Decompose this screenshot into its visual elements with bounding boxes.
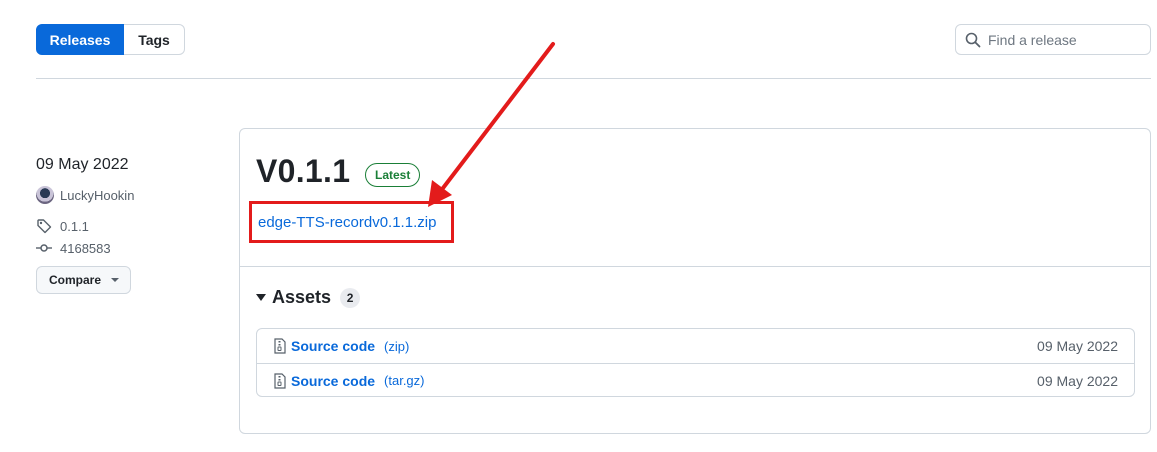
assets-toggle[interactable]: Assets 2 <box>256 287 361 308</box>
asset-row: Source code (tar.gz) 09 May 2022 <box>257 363 1134 397</box>
chevron-down-icon <box>111 278 120 282</box>
assets-heading: Assets <box>272 287 332 307</box>
release-date: 09 May 2022 <box>36 156 129 173</box>
asset-ext[interactable]: (zip) <box>384 339 409 354</box>
release-tabs: Releases Tags <box>36 24 185 55</box>
avatar <box>36 186 54 204</box>
tab-tags[interactable]: Tags <box>124 24 185 55</box>
commit-hash[interactable]: 4168583 <box>60 241 111 256</box>
assets-list: Source code (zip) 09 May 2022 Source cod… <box>256 328 1135 397</box>
asset-name[interactable]: Source code <box>291 338 375 354</box>
commit-row[interactable]: 4168583 <box>36 240 111 256</box>
file-zip-icon <box>274 338 286 354</box>
tag-icon <box>36 218 52 234</box>
tag-row[interactable]: 0.1.1 <box>36 218 89 234</box>
file-zip-icon <box>274 372 286 389</box>
compare-button[interactable]: Compare <box>36 266 131 294</box>
author-row[interactable]: LuckyHookin <box>36 186 134 204</box>
asset-row: Source code (zip) 09 May 2022 <box>257 329 1134 363</box>
tag-label[interactable]: 0.1.1 <box>60 219 89 234</box>
assets-count-badge: 2 <box>340 287 361 308</box>
asset-date: 09 May 2022 <box>1037 338 1118 354</box>
find-release-search[interactable] <box>955 24 1151 55</box>
header-divider <box>36 78 1151 79</box>
author-name[interactable]: LuckyHookin <box>60 188 134 203</box>
release-title[interactable]: V0.1.1 <box>256 153 350 190</box>
latest-badge: Latest <box>365 163 421 187</box>
release-card: V0.1.1 Latest edge-TTS-recordv0.1.1.zip … <box>239 128 1151 434</box>
release-asset-link-text[interactable]: edge-TTS-recordv0.1.1.zip <box>258 214 436 231</box>
card-divider <box>240 266 1150 267</box>
asset-name[interactable]: Source code <box>291 373 375 389</box>
asset-date: 09 May 2022 <box>1037 372 1118 389</box>
compare-label: Compare <box>49 273 102 287</box>
search-input[interactable] <box>988 31 1138 48</box>
search-icon <box>965 32 981 47</box>
release-asset-link[interactable]: edge-TTS-recordv0.1.1.zip <box>249 201 454 243</box>
asset-ext[interactable]: (tar.gz) <box>384 373 424 388</box>
git-commit-icon <box>36 240 52 256</box>
triangle-down-icon <box>256 294 266 301</box>
tab-releases[interactable]: Releases <box>36 24 124 55</box>
